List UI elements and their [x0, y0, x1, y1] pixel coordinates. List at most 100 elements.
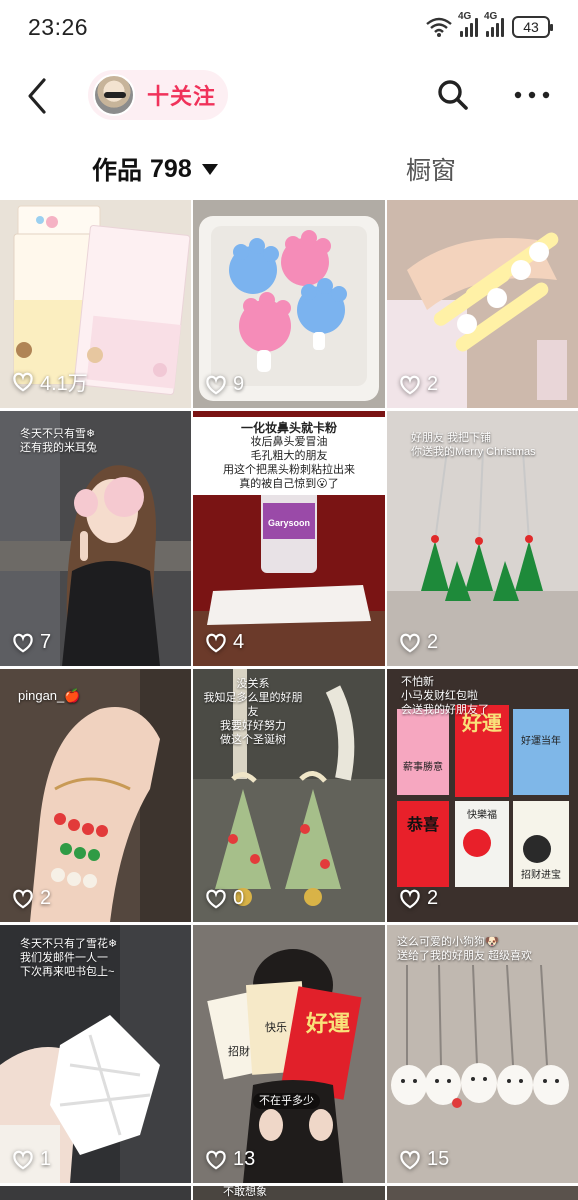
caption-line: 我们发邮件一人一: [20, 952, 108, 964]
video-card[interactable]: 好運 快乐 招財 不在乎多少 13: [193, 925, 385, 1183]
status-time: 23:26: [28, 14, 89, 40]
heart-icon: [400, 375, 420, 394]
heart-icon: [400, 1150, 420, 1169]
video-card[interactable]: 没关系 我知足多么里的好朋友 我要好好努力 做这个圣诞树 0: [193, 669, 385, 922]
heart-icon: [206, 633, 226, 652]
caption-line: 不在乎多少: [259, 1095, 314, 1107]
caption-line: 我知足多么里的好朋友: [203, 692, 303, 718]
top-nav: 十关注: [0, 62, 578, 128]
like-count: 2: [399, 373, 438, 396]
caption-line: 我要好好努力: [220, 720, 286, 732]
video-card[interactable]: 好朋友 我把下铺 你送我的Merry Christmas 2: [387, 411, 578, 666]
like-count: 2: [12, 887, 51, 910]
like-count: 9: [205, 373, 244, 396]
search-button[interactable]: [434, 76, 472, 114]
caption-line: 这么可爱的小狗狗🐶: [397, 936, 499, 948]
video-card[interactable]: 冬天不只有了雪花❄ 我们发邮件一人一 下次再来吧书包上~ 1: [0, 925, 191, 1183]
video-card[interactable]: 4.1万: [0, 200, 191, 408]
chevron-left-icon: [28, 78, 46, 114]
heart-icon: [206, 1150, 226, 1169]
avatar[interactable]: [93, 74, 135, 116]
card-text: 好運: [462, 713, 502, 735]
like-count: 4: [205, 631, 244, 654]
caption-line: 还有我的米耳兔: [20, 442, 97, 454]
heart-icon: [13, 1150, 33, 1169]
card-text: 好運: [305, 1011, 350, 1036]
caption-line: 冬天不只有雪❄: [20, 428, 96, 440]
like-count-value: 2: [427, 887, 439, 909]
network-type-1: 4G: [458, 11, 472, 22]
video-card[interactable]: [387, 1186, 578, 1200]
tab-works-count: 798: [150, 154, 192, 183]
status-bar: 23:26 4G 4G 43: [0, 0, 578, 54]
back-button[interactable]: [20, 76, 56, 116]
like-count-value: 7: [40, 631, 52, 653]
video-card[interactable]: 不怕新 小马发财红包啦 会送我的好朋友了 好運 好運当年 薪事勝意 恭喜 快樂福…: [387, 669, 578, 922]
caption-line: 你送我的Merry Christmas: [411, 446, 536, 458]
caption-line: 做这个圣诞树: [220, 734, 286, 746]
card-text: 招財: [228, 1046, 250, 1058]
video-card[interactable]: pingan_🍎 2: [0, 669, 191, 922]
tab-works-label: 作品: [92, 157, 143, 185]
signal-icon-1: 4G: [458, 11, 478, 37]
wifi-icon: [426, 17, 452, 37]
caption-line: 没关系: [236, 678, 270, 690]
more-dots-icon: [514, 91, 550, 99]
video-grid: 4.1万 9 2 冬天不只有雪❄ 还有我的米耳兔 7 一化妆鼻头就卡粉 妆后鼻头…: [0, 200, 578, 1200]
like-count: 0: [205, 887, 244, 910]
post-thumbnail: [387, 925, 578, 1183]
heart-icon: [13, 633, 33, 652]
tab-shop-window[interactable]: 橱窗: [406, 140, 456, 198]
video-card[interactable]: 不敢想象: [193, 1186, 385, 1200]
caption-line: 不怕新: [401, 676, 434, 688]
battery-level: 43: [523, 19, 539, 35]
video-card[interactable]: [0, 1186, 191, 1200]
status-icons: 4G 4G 43: [426, 11, 553, 40]
card-text: 快乐: [265, 1022, 287, 1034]
caption-line: 好朋友 我把下铺: [411, 432, 492, 444]
caption-line: 用这个把黑头粉刺粘拉出来: [223, 464, 355, 476]
card-text: 恭喜: [406, 817, 439, 834]
video-card[interactable]: 9: [193, 200, 385, 408]
caption-line: 真的被自己惊到😮了: [239, 478, 339, 490]
heart-icon: [206, 375, 226, 394]
video-card[interactable]: 这么可爱的小狗狗🐶 送给了我的好朋友 超级喜欢 15: [387, 925, 578, 1183]
search-icon: [438, 80, 468, 110]
profile-tabs: 作品 798 橱窗: [0, 140, 578, 198]
card-text: 薪事勝意: [403, 762, 443, 773]
video-card[interactable]: 2: [387, 200, 578, 408]
caption-line: pingan_🍎: [18, 688, 81, 703]
like-count-value: 13: [233, 1148, 256, 1170]
post-caption: 冬天不只有雪❄ 还有我的米耳兔: [20, 427, 97, 455]
follow-label: 十关注: [147, 84, 217, 109]
sticker-badge-icon: [344, 430, 368, 454]
tab-works[interactable]: 作品 798: [92, 140, 218, 198]
like-count-value: 9: [233, 373, 245, 395]
like-count-value: 2: [427, 373, 439, 395]
card-text: 快樂福: [467, 810, 497, 821]
caption-line: 下次再来吧书包上~: [20, 966, 115, 978]
post-thumbnail: [0, 669, 191, 922]
like-count: 2: [399, 887, 438, 910]
post-caption: 不敢想象: [223, 1186, 267, 1198]
like-count-value: 1: [40, 1148, 52, 1170]
like-count-value: 0: [233, 887, 245, 909]
battery-icon: 43: [512, 16, 553, 38]
network-type-2: 4G: [484, 11, 498, 22]
signal-icon-2: 4G: [484, 11, 504, 37]
caption-line: 小马发财红包啦: [401, 690, 478, 702]
card-text: 好運当年: [521, 736, 561, 747]
more-button[interactable]: [512, 76, 552, 114]
post-caption: 不在乎多少: [253, 1093, 320, 1109]
like-count-value: 4.1万: [40, 373, 88, 395]
like-count-value: 2: [40, 887, 52, 909]
caret-down-icon: [201, 163, 218, 175]
video-card[interactable]: 一化妆鼻头就卡粉 妆后鼻头爱冒油 毛孔粗大的朋友 用这个把黑头粉刺粘拉出来 真的…: [193, 411, 385, 666]
video-card[interactable]: 冬天不只有雪❄ 还有我的米耳兔 7: [0, 411, 191, 666]
like-count-value: 15: [427, 1148, 450, 1170]
follow-button[interactable]: 十关注: [88, 70, 228, 120]
tab-shop-window-label: 橱窗: [406, 157, 457, 185]
like-count: 13: [205, 1148, 255, 1171]
heart-icon: [400, 633, 420, 652]
product-label-text: Garysoon: [267, 518, 310, 528]
